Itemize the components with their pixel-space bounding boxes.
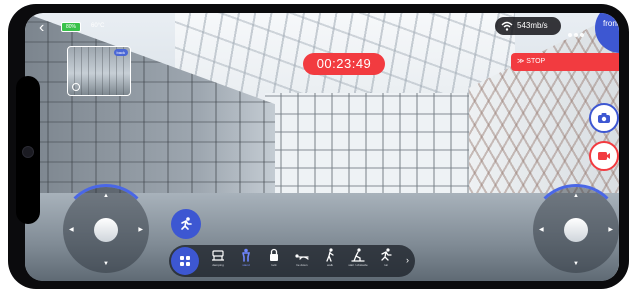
mode-stair-obstacle[interactable]: stair / obstacle [345, 248, 371, 274]
recording-timer: 00:23:49 [303, 53, 385, 75]
mode-label: run [383, 263, 389, 267]
more-options-icon[interactable] [568, 24, 590, 37]
mode-label: lie down [296, 263, 308, 267]
pip-indicator-icon [72, 83, 80, 91]
camera-feed-screen: ‹ 80% 60°C back 00:23:49 543mb/s front ≫… [25, 13, 619, 281]
mode-label: lock [271, 263, 277, 267]
network-speed-value: 543mb/s [517, 21, 548, 30]
mode-label: damping [212, 263, 224, 267]
temperature-readout: 60°C [91, 23, 105, 29]
joystick-knob[interactable] [564, 218, 588, 242]
mode-label: walk [326, 263, 333, 267]
arrow-down-icon: ▼ [103, 261, 109, 267]
mode-label: stand [242, 263, 250, 267]
arrow-left-icon: ◀ [69, 227, 74, 233]
lie-down-icon [295, 254, 309, 260]
arrow-up-icon: ▲ [573, 193, 579, 199]
back-icon[interactable]: ‹ [39, 19, 53, 37]
network-speed-badge: 543mb/s [495, 17, 561, 35]
mode-lock[interactable]: lock [261, 248, 287, 274]
mode-lie-down[interactable]: lie down [289, 248, 315, 274]
mode-label: stair / obstacle [348, 263, 368, 267]
video-camera-icon [598, 152, 610, 160]
lock-icon [270, 248, 278, 261]
stair-icon [351, 248, 365, 262]
action-mode-button[interactable] [171, 209, 201, 239]
walk-icon [326, 248, 334, 262]
grid-menu-icon [180, 256, 190, 266]
camera-icon [598, 113, 610, 123]
pip-badge: back [113, 49, 128, 56]
wifi-icon [501, 21, 513, 31]
stand-icon [242, 248, 251, 262]
run-icon [381, 248, 392, 261]
mode-stand[interactable]: stand [233, 248, 259, 274]
chevron-right-icon[interactable]: › [406, 255, 409, 265]
mode-damping[interactable]: damping [205, 248, 231, 274]
damping-icon [212, 250, 224, 261]
photo-button[interactable] [589, 103, 619, 133]
arrow-down-icon: ▼ [573, 261, 579, 267]
mode-walk[interactable]: walk [317, 248, 343, 274]
stop-button[interactable]: ≫ STOP [511, 53, 619, 71]
joystick-knob[interactable] [94, 218, 118, 242]
video-record-button[interactable] [589, 141, 619, 171]
arrow-right-icon: ▶ [608, 227, 613, 233]
phone-notch [16, 76, 40, 224]
mode-run[interactable]: run [373, 248, 399, 274]
phone-frame: ‹ 80% 60°C back 00:23:49 543mb/s front ≫… [8, 4, 629, 289]
rotation-joystick[interactable]: ▲ ▼ ◀ ▶ [530, 184, 619, 273]
arrow-right-icon: ▶ [138, 227, 143, 233]
battery-indicator: 80% [61, 22, 81, 32]
arrow-left-icon: ◀ [539, 227, 544, 233]
running-figure-icon [181, 217, 192, 230]
mode-selector-bar: damping stand lock lie down walk stair /… [169, 245, 415, 277]
front-camera-lens [22, 146, 34, 158]
mode-menu-button[interactable] [171, 247, 199, 275]
movement-joystick[interactable]: ▲ ▼ ◀ ▶ [60, 184, 152, 273]
pip-camera-preview[interactable]: back [67, 46, 131, 96]
arrow-up-icon: ▲ [103, 193, 109, 199]
